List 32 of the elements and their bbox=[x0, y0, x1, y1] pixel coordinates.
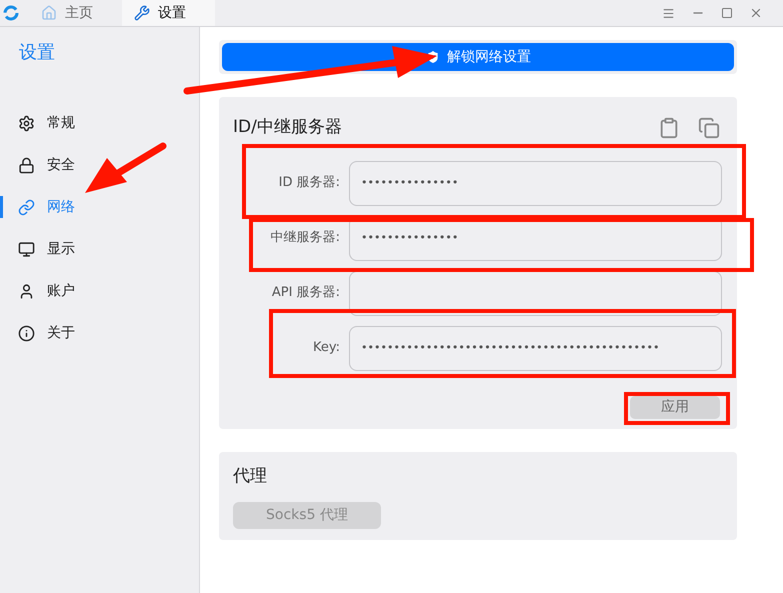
tab[interactable]: 设置 bbox=[122, 0, 215, 26]
link-icon bbox=[18, 198, 35, 216]
info-icon bbox=[18, 324, 35, 342]
sidebar-title: 设置 bbox=[19, 41, 55, 65]
clipboard-icon[interactable] bbox=[658, 116, 680, 139]
monitor-icon bbox=[18, 240, 35, 258]
sidebar-item[interactable]: 常规 bbox=[0, 102, 199, 144]
tab[interactable]: 主页 bbox=[29, 0, 122, 26]
sidebar-item[interactable]: 安全 bbox=[0, 144, 199, 186]
sidebar-item[interactable]: 网络 bbox=[0, 186, 199, 228]
input-field[interactable]: •••••••••••••••••••••••••••••••••••••••••••••• bbox=[349, 326, 722, 370]
copy-icon[interactable] bbox=[698, 116, 720, 139]
card-title: 代理 bbox=[233, 464, 267, 488]
card-title: ID/中继服务器 bbox=[233, 116, 342, 139]
person-icon bbox=[18, 282, 35, 300]
unlock-button[interactable]: 解锁网络设置 bbox=[222, 43, 734, 71]
field-label: 中继服务器: bbox=[270, 229, 341, 248]
maximize-icon[interactable] bbox=[721, 7, 733, 19]
field-label: ID 服务器: bbox=[278, 174, 341, 192]
close-icon[interactable] bbox=[749, 6, 763, 20]
gear-icon bbox=[18, 114, 35, 132]
app-logo-icon bbox=[3, 5, 19, 21]
field-label: API 服务器: bbox=[270, 284, 341, 302]
sidebar-item[interactable]: 账户 bbox=[0, 270, 199, 312]
menu-icon[interactable] bbox=[662, 6, 675, 20]
home-icon bbox=[41, 5, 57, 21]
sidebar-item[interactable]: 关于 bbox=[0, 312, 199, 354]
lock-icon bbox=[18, 156, 35, 174]
wrench-icon bbox=[134, 5, 150, 21]
field-label: Key: bbox=[312, 339, 341, 358]
input-field[interactable]: ••••••••••••••• bbox=[349, 160, 722, 206]
sidebar-item[interactable]: 显示 bbox=[0, 228, 199, 270]
